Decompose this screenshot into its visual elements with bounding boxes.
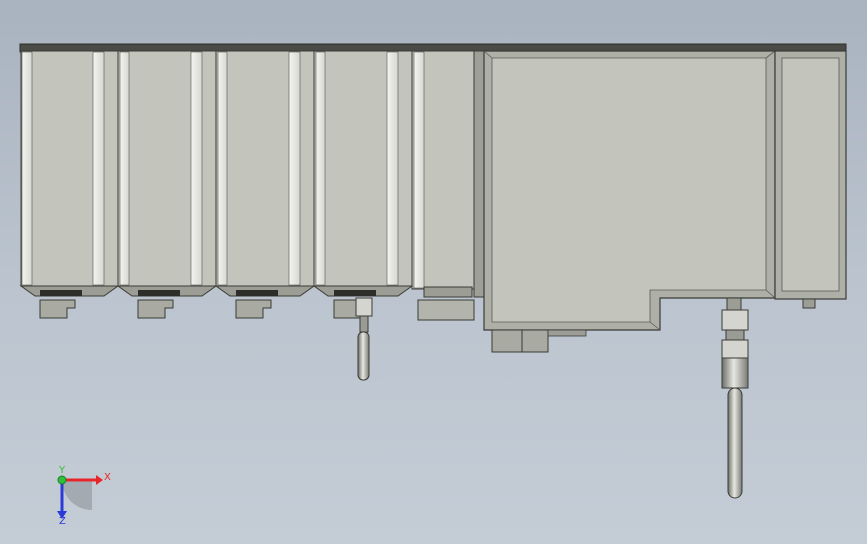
- valve-module-1: [19, 50, 120, 319]
- axis-triad: X Y Z: [57, 465, 111, 527]
- end-plate: [774, 50, 847, 309]
- short-pin: [355, 297, 373, 381]
- valve-module-2: [116, 50, 218, 319]
- x-axis-arrow: [96, 475, 103, 485]
- y-axis-label: Y: [58, 465, 66, 476]
- cad-viewport[interactable]: X Y Z: [0, 0, 867, 544]
- valve-module-4: [312, 50, 414, 319]
- valve-module-3: [214, 50, 316, 319]
- long-pin: [721, 297, 749, 499]
- valve-manifold-drawing: X Y Z: [19, 43, 847, 527]
- z-axis-label: Z: [59, 516, 66, 527]
- x-axis-label: X: [104, 472, 111, 483]
- y-axis-marker: [57, 475, 67, 485]
- valve-module-5: [411, 50, 485, 321]
